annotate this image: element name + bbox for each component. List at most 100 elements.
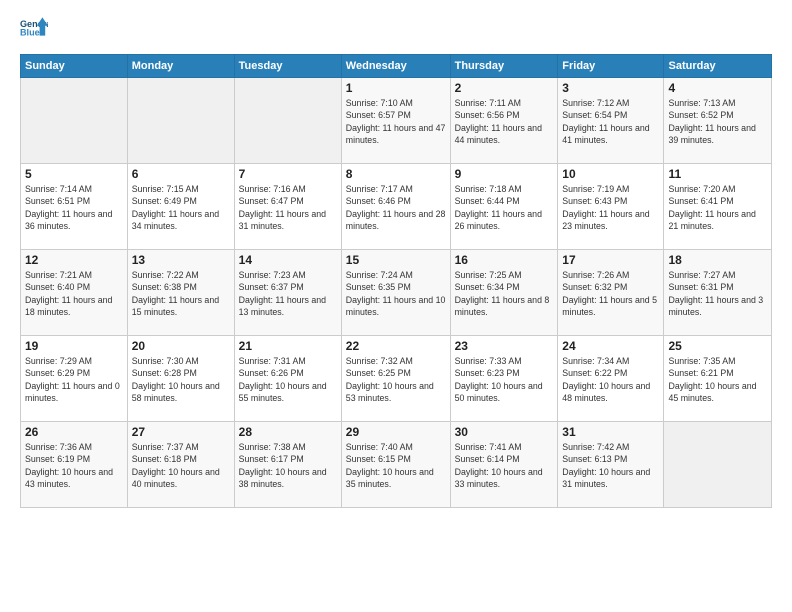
day-cell: 2 Sunrise: 7:11 AM Sunset: 6:56 PM Daylig… (450, 78, 558, 164)
day-cell: 3 Sunrise: 7:12 AM Sunset: 6:54 PM Daylig… (558, 78, 664, 164)
day-number: 29 (346, 425, 446, 439)
calendar-header: SundayMondayTuesdayWednesdayThursdayFrid… (21, 55, 772, 78)
weekday-thursday: Thursday (450, 55, 558, 78)
day-number: 5 (25, 167, 123, 181)
day-cell: 30Sunrise: 7:41 AM Sunset: 6:14 PM Dayli… (450, 422, 558, 508)
day-info: Sunrise: 7:33 AM Sunset: 6:23 PM Dayligh… (455, 355, 554, 404)
day-number: 13 (132, 253, 230, 267)
svg-text:Blue: Blue (20, 28, 40, 38)
day-info: Sunrise: 7:17 AM Sunset: 6:46 PM Dayligh… (346, 183, 446, 232)
day-cell: 8 Sunrise: 7:17 AM Sunset: 6:46 PM Daylig… (341, 164, 450, 250)
day-number: 27 (132, 425, 230, 439)
day-number: 11 (668, 167, 767, 181)
day-cell: 15Sunrise: 7:24 AM Sunset: 6:35 PM Dayli… (341, 250, 450, 336)
day-cell: 29Sunrise: 7:40 AM Sunset: 6:15 PM Dayli… (341, 422, 450, 508)
day-cell: 7 Sunrise: 7:16 AM Sunset: 6:47 PM Daylig… (234, 164, 341, 250)
day-number: 7 (239, 167, 337, 181)
day-info: Sunrise: 7:25 AM Sunset: 6:34 PM Dayligh… (455, 269, 554, 318)
day-number: 31 (562, 425, 659, 439)
day-info: Sunrise: 7:22 AM Sunset: 6:38 PM Dayligh… (132, 269, 230, 318)
weekday-friday: Friday (558, 55, 664, 78)
day-number: 26 (25, 425, 123, 439)
day-number: 3 (562, 81, 659, 95)
weekday-row: SundayMondayTuesdayWednesdayThursdayFrid… (21, 55, 772, 78)
day-info: Sunrise: 7:10 AM Sunset: 6:57 PM Dayligh… (346, 97, 446, 146)
day-info: Sunrise: 7:29 AM Sunset: 6:29 PM Dayligh… (25, 355, 123, 404)
day-number: 4 (668, 81, 767, 95)
day-info: Sunrise: 7:31 AM Sunset: 6:26 PM Dayligh… (239, 355, 337, 404)
day-cell: 25 Sunrise: 7:35 AM Sunset: 6:21 PM Dayli… (664, 336, 772, 422)
day-number: 9 (455, 167, 554, 181)
day-number: 15 (346, 253, 446, 267)
week-row-1: 1 Sunrise: 7:10 AM Sunset: 6:57 PM Daylig… (21, 78, 772, 164)
day-info: Sunrise: 7:15 AM Sunset: 6:49 PM Dayligh… (132, 183, 230, 232)
logo: GeneralBlue (20, 16, 48, 44)
day-cell: 17 Sunrise: 7:26 AM Sunset: 6:32 PM Dayli… (558, 250, 664, 336)
day-info: Sunrise: 7:35 AM Sunset: 6:21 PM Dayligh… (668, 355, 767, 404)
day-number: 16 (455, 253, 554, 267)
day-cell: 19 Sunrise: 7:29 AM Sunset: 6:29 PM Dayli… (21, 336, 128, 422)
day-number: 1 (346, 81, 446, 95)
day-number: 12 (25, 253, 123, 267)
day-info: Sunrise: 7:34 AM Sunset: 6:22 PM Dayligh… (562, 355, 659, 404)
day-cell (127, 78, 234, 164)
day-number: 17 (562, 253, 659, 267)
day-cell: 24Sunrise: 7:34 AM Sunset: 6:22 PM Dayli… (558, 336, 664, 422)
day-cell: 1 Sunrise: 7:10 AM Sunset: 6:57 PM Daylig… (341, 78, 450, 164)
day-cell: 20Sunrise: 7:30 AM Sunset: 6:28 PM Dayli… (127, 336, 234, 422)
day-cell: 4 Sunrise: 7:13 AM Sunset: 6:52 PM Daylig… (664, 78, 772, 164)
day-cell: 9Sunrise: 7:18 AM Sunset: 6:44 PM Daylig… (450, 164, 558, 250)
day-number: 18 (668, 253, 767, 267)
day-number: 14 (239, 253, 337, 267)
day-info: Sunrise: 7:27 AM Sunset: 6:31 PM Dayligh… (668, 269, 767, 318)
weekday-wednesday: Wednesday (341, 55, 450, 78)
day-info: Sunrise: 7:41 AM Sunset: 6:14 PM Dayligh… (455, 441, 554, 490)
calendar: SundayMondayTuesdayWednesdayThursdayFrid… (20, 54, 772, 508)
day-number: 23 (455, 339, 554, 353)
day-number: 28 (239, 425, 337, 439)
day-cell: 10Sunrise: 7:19 AM Sunset: 6:43 PM Dayli… (558, 164, 664, 250)
day-info: Sunrise: 7:42 AM Sunset: 6:13 PM Dayligh… (562, 441, 659, 490)
weekday-tuesday: Tuesday (234, 55, 341, 78)
day-number: 25 (668, 339, 767, 353)
day-number: 2 (455, 81, 554, 95)
day-info: Sunrise: 7:11 AM Sunset: 6:56 PM Dayligh… (455, 97, 554, 146)
week-row-2: 5 Sunrise: 7:14 AM Sunset: 6:51 PM Daylig… (21, 164, 772, 250)
day-info: Sunrise: 7:23 AM Sunset: 6:37 PM Dayligh… (239, 269, 337, 318)
day-cell (664, 422, 772, 508)
day-info: Sunrise: 7:36 AM Sunset: 6:19 PM Dayligh… (25, 441, 123, 490)
day-info: Sunrise: 7:13 AM Sunset: 6:52 PM Dayligh… (668, 97, 767, 146)
day-cell: 26 Sunrise: 7:36 AM Sunset: 6:19 PM Dayli… (21, 422, 128, 508)
day-cell: 13 Sunrise: 7:22 AM Sunset: 6:38 PM Dayli… (127, 250, 234, 336)
day-cell: 27 Sunrise: 7:37 AM Sunset: 6:18 PM Dayli… (127, 422, 234, 508)
day-info: Sunrise: 7:26 AM Sunset: 6:32 PM Dayligh… (562, 269, 659, 318)
day-cell (234, 78, 341, 164)
day-info: Sunrise: 7:21 AM Sunset: 6:40 PM Dayligh… (25, 269, 123, 318)
weekday-saturday: Saturday (664, 55, 772, 78)
day-number: 19 (25, 339, 123, 353)
day-info: Sunrise: 7:38 AM Sunset: 6:17 PM Dayligh… (239, 441, 337, 490)
day-info: Sunrise: 7:32 AM Sunset: 6:25 PM Dayligh… (346, 355, 446, 404)
day-number: 8 (346, 167, 446, 181)
day-cell: 5 Sunrise: 7:14 AM Sunset: 6:51 PM Daylig… (21, 164, 128, 250)
day-number: 10 (562, 167, 659, 181)
day-cell: 6 Sunrise: 7:15 AM Sunset: 6:49 PM Daylig… (127, 164, 234, 250)
day-info: Sunrise: 7:12 AM Sunset: 6:54 PM Dayligh… (562, 97, 659, 146)
week-row-4: 19 Sunrise: 7:29 AM Sunset: 6:29 PM Dayli… (21, 336, 772, 422)
week-row-3: 12 Sunrise: 7:21 AM Sunset: 6:40 PM Dayli… (21, 250, 772, 336)
day-cell: 16 Sunrise: 7:25 AM Sunset: 6:34 PM Dayli… (450, 250, 558, 336)
calendar-body: 1 Sunrise: 7:10 AM Sunset: 6:57 PM Daylig… (21, 78, 772, 508)
day-info: Sunrise: 7:16 AM Sunset: 6:47 PM Dayligh… (239, 183, 337, 232)
day-info: Sunrise: 7:14 AM Sunset: 6:51 PM Dayligh… (25, 183, 123, 232)
day-number: 22 (346, 339, 446, 353)
day-cell: 31 Sunrise: 7:42 AM Sunset: 6:13 PM Dayli… (558, 422, 664, 508)
day-cell: 21Sunrise: 7:31 AM Sunset: 6:26 PM Dayli… (234, 336, 341, 422)
weekday-sunday: Sunday (21, 55, 128, 78)
day-cell: 11 Sunrise: 7:20 AM Sunset: 6:41 PM Dayli… (664, 164, 772, 250)
day-number: 20 (132, 339, 230, 353)
day-cell: 28 Sunrise: 7:38 AM Sunset: 6:17 PM Dayli… (234, 422, 341, 508)
day-number: 6 (132, 167, 230, 181)
day-cell (21, 78, 128, 164)
day-info: Sunrise: 7:20 AM Sunset: 6:41 PM Dayligh… (668, 183, 767, 232)
day-info: Sunrise: 7:37 AM Sunset: 6:18 PM Dayligh… (132, 441, 230, 490)
